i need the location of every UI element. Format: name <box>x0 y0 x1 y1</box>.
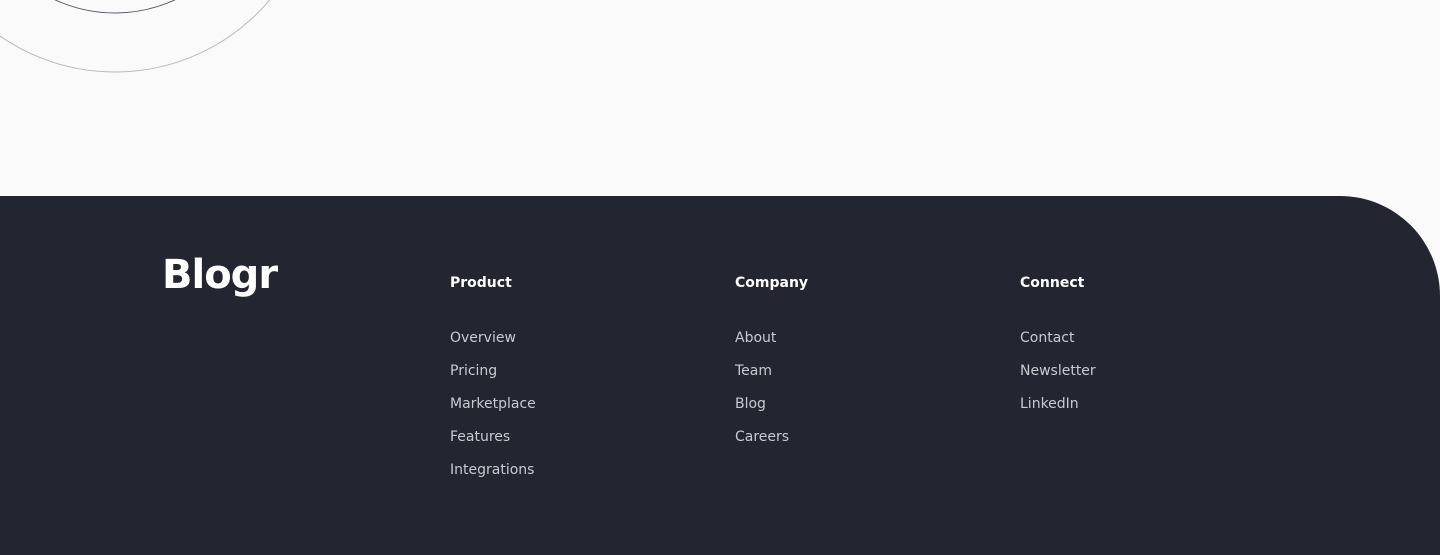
footer-link-marketplace[interactable]: Marketplace <box>450 396 536 412</box>
footer-column-company: Company About Team Blog Careers <box>735 274 955 460</box>
footer-link-team[interactable]: Team <box>735 363 772 379</box>
inner-circle <box>54 0 176 14</box>
footer-link-item: Overview <box>450 328 670 361</box>
footer-link-blog[interactable]: Blog <box>735 396 766 412</box>
decorative-circles <box>0 0 271 73</box>
footer-link-item: Blog <box>735 394 955 427</box>
footer-link-item: Contact <box>1020 328 1240 361</box>
footer-links-product: Overview Pricing Marketplace Features In… <box>450 328 670 493</box>
footer-links-connect: Contact Newsletter LinkedIn <box>1020 328 1240 427</box>
hero-bottom-area <box>0 0 1440 196</box>
footer-link-overview[interactable]: Overview <box>450 330 516 346</box>
site-footer: Blogr Product Overview Pricing Marketpla… <box>0 196 1440 555</box>
footer-link-about[interactable]: About <box>735 330 776 346</box>
footer-link-item: Careers <box>735 427 955 460</box>
footer-link-contact[interactable]: Contact <box>1020 330 1074 346</box>
footer-link-integrations[interactable]: Integrations <box>450 462 534 478</box>
footer-logo[interactable]: Blogr <box>162 255 278 295</box>
footer-heading-product: Product <box>450 275 512 291</box>
footer-link-item: Team <box>735 361 955 394</box>
footer-column-product: Product Overview Pricing Marketplace Fea… <box>450 274 670 493</box>
footer-heading-connect: Connect <box>1020 275 1085 291</box>
footer-link-item: Features <box>450 427 670 460</box>
footer-link-newsletter[interactable]: Newsletter <box>1020 363 1096 379</box>
footer-heading-company: Company <box>735 275 809 291</box>
footer-link-item: Pricing <box>450 361 670 394</box>
footer-link-linkedin[interactable]: LinkedIn <box>1020 396 1079 412</box>
footer-links-company: About Team Blog Careers <box>735 328 955 460</box>
outer-circle <box>0 0 271 73</box>
footer-link-features[interactable]: Features <box>450 429 510 445</box>
footer-link-item: Newsletter <box>1020 361 1240 394</box>
footer-link-item: About <box>735 328 955 361</box>
footer-link-pricing[interactable]: Pricing <box>450 363 497 379</box>
page: Blogr Product Overview Pricing Marketpla… <box>0 0 1440 555</box>
footer-link-careers[interactable]: Careers <box>735 429 789 445</box>
footer-link-item: Marketplace <box>450 394 670 427</box>
footer-column-connect: Connect Contact Newsletter LinkedIn <box>1020 274 1240 427</box>
footer-link-item: Integrations <box>450 460 670 493</box>
footer-link-item: LinkedIn <box>1020 394 1240 427</box>
